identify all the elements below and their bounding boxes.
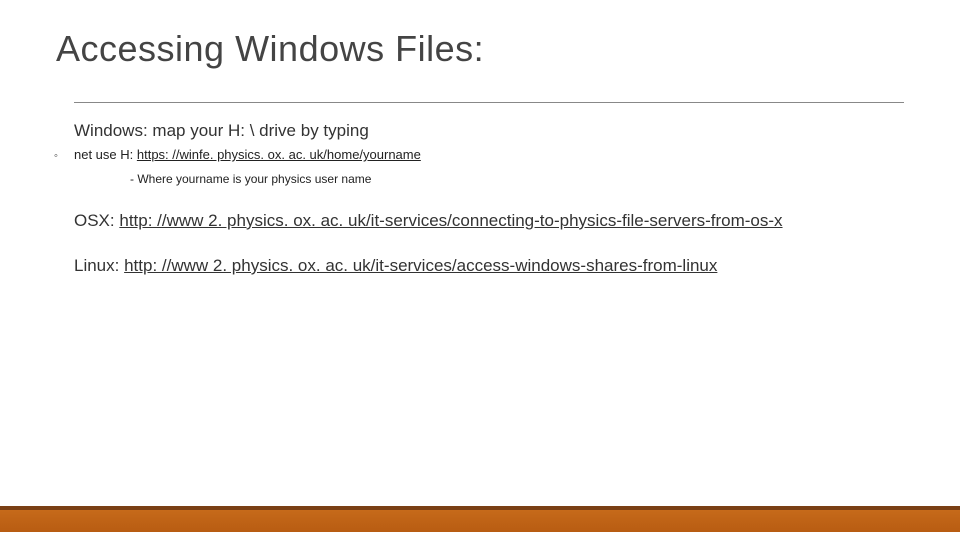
slide-title: Accessing Windows Files:: [0, 0, 960, 70]
winfe-link[interactable]: https: //winfe. physics. ox. ac. uk/home…: [137, 147, 421, 162]
windows-heading: Windows: map your H: \ drive by typing: [74, 121, 886, 141]
bullet-icon: ◦: [54, 150, 74, 162]
windows-bullet-text: net use H: https: //winfe. physics. ox. …: [74, 147, 421, 162]
slide-content: Windows: map your H: \ drive by typing ◦…: [0, 103, 960, 278]
linux-line: Linux: http: //www 2. physics. ox. ac. u…: [74, 255, 854, 278]
windows-sub-note: - Where yourname is your physics user na…: [130, 172, 886, 186]
osx-line: OSX: http: //www 2. physics. ox. ac. uk/…: [74, 210, 854, 233]
footer-bar: [0, 506, 960, 532]
net-use-prefix: net use H:: [74, 147, 137, 162]
osx-label: OSX:: [74, 211, 119, 230]
linux-link[interactable]: http: //www 2. physics. ox. ac. uk/it-se…: [124, 256, 717, 275]
osx-link[interactable]: http: //www 2. physics. ox. ac. uk/it-se…: [119, 211, 782, 230]
slide: { "title": "Accessing Windows Files:", "…: [0, 0, 960, 540]
windows-bullet-row: ◦ net use H: https: //winfe. physics. ox…: [54, 147, 886, 162]
linux-label: Linux:: [74, 256, 124, 275]
